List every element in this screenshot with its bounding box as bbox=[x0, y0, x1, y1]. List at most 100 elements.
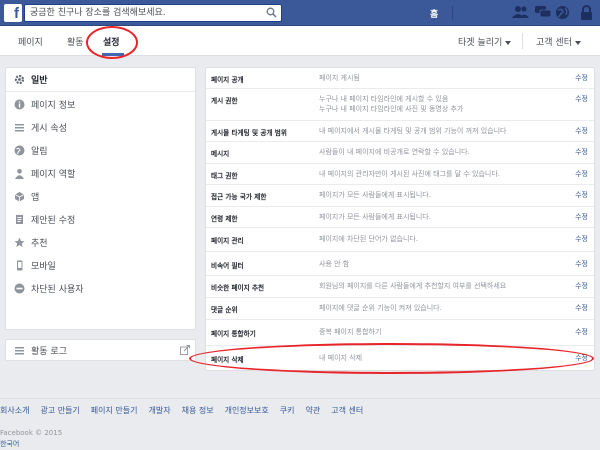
activity-log-label: 활동 로그 bbox=[31, 346, 67, 357]
document-icon bbox=[14, 214, 25, 225]
tab-activity[interactable]: 활동 bbox=[67, 35, 84, 48]
settings-row-page-visibility[interactable]: 페이지 공개 페이지 게시됨 수정 bbox=[206, 68, 594, 89]
footer-link-about[interactable]: 회사소개 bbox=[0, 405, 29, 416]
edit-link[interactable]: 수정 bbox=[575, 212, 588, 222]
sidebar-item-mobile[interactable]: 모바일 bbox=[6, 254, 195, 277]
settings-row-remove-page[interactable]: 페이지 삭제 내 페이지 삭제 수정 bbox=[206, 346, 594, 370]
edit-link[interactable]: 수정 bbox=[575, 234, 588, 244]
settings-row-merge-pages[interactable]: 페이지 통합하기 중복 페이지 통합하기 수정 bbox=[206, 320, 594, 346]
setting-value: 회원님의 페이지를 다른 사람들에게 추천할지 여부를 선택하세요 bbox=[319, 282, 507, 290]
help-center-label: 고객 센터 bbox=[536, 38, 572, 48]
language-link[interactable]: 한국어 bbox=[0, 439, 19, 449]
sidebar-item-featured[interactable]: 추천 bbox=[6, 231, 195, 254]
edit-link[interactable]: 수정 bbox=[575, 126, 588, 136]
edit-link[interactable]: 수정 bbox=[575, 327, 588, 337]
sidebar-item-banned-users[interactable]: 차단된 사용자 bbox=[6, 277, 195, 300]
globe-icon[interactable] bbox=[555, 5, 570, 22]
footer-link-careers[interactable]: 채용 정보 bbox=[182, 405, 214, 416]
star-icon bbox=[14, 237, 25, 248]
settings-row-age-restrictions[interactable]: 연령 제한 페이지가 모든 사람들에게 표시됩니다. 수정 bbox=[206, 207, 594, 228]
footer-link-terms[interactable]: 약관 bbox=[305, 405, 320, 416]
active-tab-indicator bbox=[102, 53, 124, 56]
tab-settings[interactable]: 설정 bbox=[103, 35, 120, 48]
edit-link[interactable]: 수정 bbox=[575, 353, 588, 363]
setting-label: 비슷한 페이지 추천 bbox=[211, 284, 265, 292]
setting-label: 메시지 bbox=[211, 150, 230, 158]
settings-row-tagging-ability[interactable]: 태그 권한 내 페이지의 관리자만이 게시된 사진에 태그를 달 수 있습니다.… bbox=[206, 164, 594, 185]
friends-icon[interactable] bbox=[512, 5, 530, 21]
edit-link[interactable]: 수정 bbox=[575, 281, 588, 291]
sidebar-item-label: 앱 bbox=[31, 193, 40, 203]
sidebar-item-page-roles[interactable]: 페이지 역할 bbox=[6, 162, 195, 185]
nav-divider bbox=[522, 33, 523, 49]
setting-value: 내 페이지의 관리자만이 게시된 사진에 태그를 달 수 있습니다. bbox=[319, 170, 501, 178]
settings-row-comment-ranking[interactable]: 댓글 순위 페이지에 댓글 순위 기능이 켜져 있습니다. 수정 bbox=[206, 298, 594, 320]
setting-label: 게시물 타게팅 및 공개 범위 bbox=[211, 129, 287, 137]
tab-page[interactable]: 페이지 bbox=[18, 35, 43, 48]
edit-link[interactable]: 수정 bbox=[575, 73, 588, 83]
sidebar-item-general[interactable]: 일반 bbox=[6, 68, 195, 91]
edit-link[interactable]: 수정 bbox=[575, 169, 588, 179]
setting-label: 페이지 통합하기 bbox=[211, 330, 256, 338]
sidebar-item-post-attribution[interactable]: 게시 속성 bbox=[6, 116, 195, 139]
home-link[interactable]: 홈 bbox=[430, 7, 438, 20]
setting-label: 페이지 삭제 bbox=[211, 356, 244, 364]
edit-link[interactable]: 수정 bbox=[575, 303, 588, 313]
chevron-down-icon bbox=[505, 40, 512, 45]
setting-value: 중복 페이지 통합하기 bbox=[319, 328, 382, 336]
search-icon[interactable] bbox=[266, 7, 277, 20]
messages-icon[interactable] bbox=[535, 5, 552, 21]
setting-label: 접근 가능 국가 제한 bbox=[211, 193, 267, 201]
settings-sidebar: 일반 페이지 정보 게시 속성 알림 페이지 역할 앱 제안된 수정 추천 모바… bbox=[5, 67, 196, 330]
footer-divider bbox=[0, 398, 600, 399]
settings-row-post-targeting[interactable]: 게시물 타게팅 및 공개 범위 내 페이지에서 게시물 타게팅 및 공개 범위 … bbox=[206, 121, 594, 142]
setting-label: 태그 권한 bbox=[211, 172, 238, 180]
settings-row-posting-ability[interactable]: 게시 권한 누구나 내 페이지 타임라인에 게시할 수 있음 누구나 내 페이지… bbox=[206, 89, 594, 121]
edit-link[interactable]: 수정 bbox=[575, 94, 588, 104]
page-tab-bar: 페이지 활동 설정 타겟 늘리기 고객 센터 bbox=[0, 26, 600, 56]
search-input[interactable] bbox=[25, 5, 261, 21]
settings-row-similar-page-suggestions[interactable]: 비슷한 페이지 추천 회원님의 페이지를 다른 사람들에게 추천할지 여부를 선… bbox=[206, 276, 594, 298]
setting-label: 연령 제한 bbox=[211, 215, 238, 223]
search-box bbox=[24, 4, 282, 22]
setting-value: 내 페이지 삭제 bbox=[319, 354, 363, 362]
setting-value: 누구나 내 페이지 타임라인에 게시할 수 있음 bbox=[319, 95, 449, 103]
setting-value: 페이지가 모든 사람들에게 표시됩니다. bbox=[319, 213, 431, 221]
blocked-icon bbox=[14, 283, 25, 294]
footer-link-create-page[interactable]: 페이지 만들기 bbox=[91, 405, 138, 416]
setting-label: 게시 권한 bbox=[211, 97, 238, 105]
sidebar-item-label: 제안된 수정 bbox=[31, 216, 76, 226]
setting-value: 사람들이 내 페이지에 비공개로 연락할 수 있습니다. bbox=[319, 148, 470, 156]
footer-link-developers[interactable]: 개발자 bbox=[149, 405, 171, 416]
footer-link-create-ad[interactable]: 광고 만들기 bbox=[40, 405, 79, 416]
sidebar-item-label: 추천 bbox=[31, 239, 48, 249]
person-icon bbox=[14, 168, 25, 179]
edit-link[interactable]: 수정 bbox=[575, 190, 588, 200]
chevron-down-icon bbox=[574, 40, 581, 45]
settings-row-messages[interactable]: 메시지 사람들이 내 페이지에 비공개로 연락할 수 있습니다. 수정 bbox=[206, 142, 594, 164]
sidebar-item-page-info[interactable]: 페이지 정보 bbox=[6, 93, 195, 116]
targeting-dropdown[interactable]: 타겟 늘리기 bbox=[458, 35, 512, 48]
setting-value: 페이지에 댓글 순위 기능이 켜져 있습니다. bbox=[319, 304, 442, 312]
settings-row-page-moderation[interactable]: 페이지 관리 페이지에 차단된 단어가 없습니다. 수정 bbox=[206, 228, 594, 252]
facebook-logo[interactable]: f bbox=[4, 4, 22, 22]
sidebar-item-suggested-edits[interactable]: 제안된 수정 bbox=[6, 208, 195, 231]
general-settings-table: 페이지 공개 페이지 게시됨 수정 게시 권한 누구나 내 페이지 타임라인에 … bbox=[205, 67, 595, 371]
setting-label: 댓글 순위 bbox=[211, 306, 238, 314]
open-icon[interactable] bbox=[180, 345, 190, 358]
settings-row-profanity-filter[interactable]: 비속어 필터 사용 안 함 수정 bbox=[206, 252, 594, 276]
lock-icon[interactable] bbox=[580, 5, 593, 22]
list-icon bbox=[14, 345, 25, 356]
settings-row-country-restrictions[interactable]: 접근 가능 국가 제한 페이지가 모든 사람들에게 표시됩니다. 수정 bbox=[206, 185, 594, 207]
edit-link[interactable]: 수정 bbox=[575, 259, 588, 269]
sidebar-item-apps[interactable]: 앱 bbox=[6, 185, 195, 208]
activity-log-link[interactable]: 활동 로그 bbox=[5, 339, 196, 361]
sidebar-item-notifications[interactable]: 알림 bbox=[6, 139, 195, 162]
footer-link-help[interactable]: 고객 센터 bbox=[331, 405, 363, 416]
help-center-dropdown[interactable]: 고객 센터 bbox=[536, 35, 581, 48]
footer-link-privacy[interactable]: 개인정보보호 bbox=[225, 405, 269, 416]
setting-value: 사용 안 함 bbox=[319, 260, 350, 268]
sidebar-item-label: 일반 bbox=[31, 76, 48, 86]
edit-link[interactable]: 수정 bbox=[575, 147, 588, 157]
footer-link-cookies[interactable]: 쿠키 bbox=[280, 405, 295, 416]
